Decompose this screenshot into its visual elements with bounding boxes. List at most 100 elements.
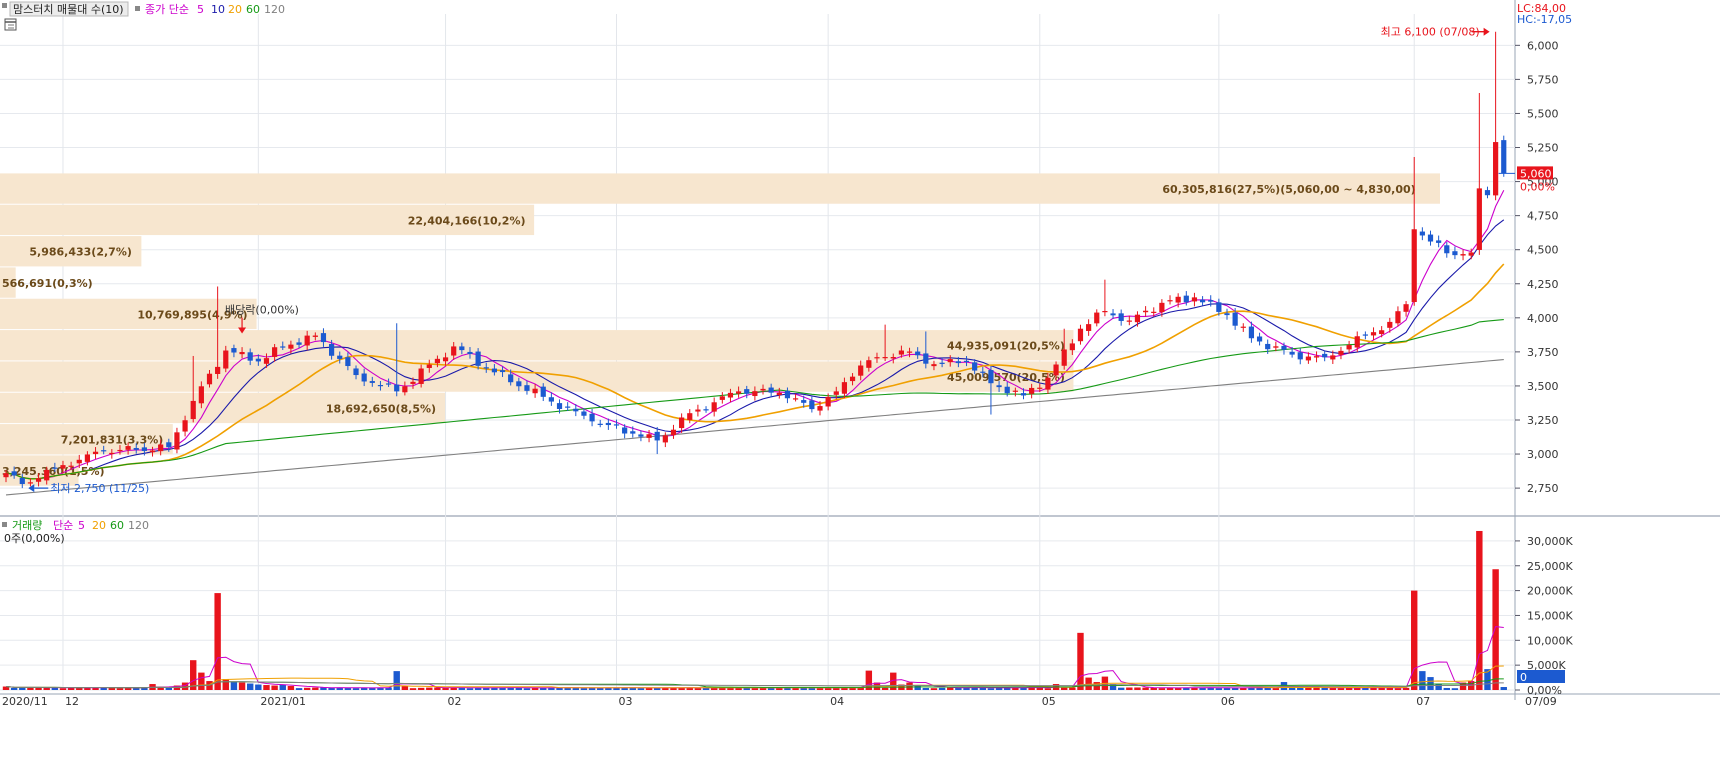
volume-bar[interactable] [808, 688, 816, 690]
volume-bar[interactable] [287, 686, 295, 690]
volume-bar[interactable] [1117, 687, 1125, 690]
volume-bar[interactable] [393, 671, 400, 690]
volume-bar[interactable] [1223, 688, 1231, 690]
volume-bar[interactable] [255, 684, 262, 690]
volume-bar[interactable] [1288, 687, 1296, 690]
candle-body [556, 403, 563, 409]
volume-bar[interactable] [515, 687, 523, 690]
volume-bar[interactable] [523, 688, 531, 690]
volume-bar[interactable] [1500, 687, 1507, 690]
volume-bar[interactable] [1451, 688, 1459, 690]
volume-bar[interactable] [1142, 687, 1149, 690]
volume-bar[interactable] [116, 688, 124, 690]
volume-bar[interactable] [1394, 688, 1402, 690]
volume-bar[interactable] [108, 687, 116, 690]
volume-bar[interactable] [230, 682, 238, 690]
volume-bar[interactable] [59, 688, 67, 690]
candle-body [858, 365, 864, 376]
volume-bar[interactable] [1329, 688, 1337, 690]
volume-bar[interactable] [1215, 688, 1223, 690]
volume-bar[interactable] [947, 687, 954, 690]
volume-bar[interactable] [344, 688, 352, 690]
volume-bar[interactable] [1061, 687, 1068, 690]
volume-bar[interactable] [906, 682, 913, 690]
volume-bar[interactable] [10, 687, 18, 690]
volume-bar[interactable] [67, 687, 75, 690]
volume-bar[interactable] [247, 683, 254, 690]
candle-body [1501, 140, 1507, 174]
price-tick-label: 6,000 [1527, 39, 1559, 52]
calendar-icon[interactable] [4, 18, 17, 31]
volume-bar[interactable] [1419, 671, 1426, 690]
volume-bar[interactable] [312, 687, 319, 690]
candle-body [141, 447, 147, 451]
volume-bar[interactable] [759, 688, 767, 690]
candle-body [76, 459, 82, 464]
volume-bar[interactable] [702, 688, 710, 690]
volume-bar[interactable] [19, 687, 26, 690]
price-tick-label: 4,250 [1527, 278, 1559, 291]
volume-bar[interactable] [409, 688, 417, 690]
volume-bar[interactable] [816, 688, 824, 690]
volume-bar[interactable] [417, 687, 425, 690]
volume-bar[interactable] [1158, 688, 1166, 690]
volume-bar[interactable] [466, 688, 474, 690]
volume-bar[interactable] [165, 687, 172, 690]
volume-bar[interactable] [198, 672, 205, 690]
candle-body [491, 368, 497, 373]
volume-bar[interactable] [922, 687, 930, 690]
volume-bar[interactable] [1207, 687, 1214, 690]
volume-bar[interactable] [214, 593, 221, 690]
volume-bar[interactable] [1036, 687, 1043, 690]
volume-bar[interactable] [1077, 632, 1084, 690]
candle-body [1248, 326, 1255, 339]
volume-bar[interactable] [426, 687, 433, 690]
volume-bar[interactable] [1492, 569, 1499, 690]
volume-bar[interactable] [271, 685, 278, 690]
candle-body [890, 357, 896, 359]
chart-canvas[interactable]: 2,750 3,000 3,250 3,500 3,750 4,000 4,250 4,500… [0, 0, 1720, 776]
candle-body [3, 473, 9, 478]
price-candle[interactable] [1501, 135, 1507, 177]
candle-body [377, 385, 384, 387]
volume-bar[interactable] [1044, 688, 1052, 690]
volume-bar[interactable] [1150, 687, 1157, 690]
price-tick-label: 4,750 [1527, 210, 1559, 223]
volume-bar[interactable] [1337, 688, 1345, 690]
price-tick-label: 4,000 [1527, 312, 1559, 325]
volume-bar[interactable] [1134, 687, 1141, 690]
candle-body [1452, 251, 1458, 256]
volume-bar[interactable] [1386, 688, 1393, 690]
candle-body [84, 454, 90, 462]
volume-bar[interactable] [1126, 687, 1133, 690]
volume-bar[interactable] [222, 679, 229, 690]
volume-bar[interactable] [987, 688, 995, 690]
volume-bar[interactable] [1476, 530, 1483, 690]
stock-chart[interactable]: 2,750 3,000 3,250 3,500 3,750 4,000 4,250 4,500… [0, 0, 1720, 776]
volume-bar[interactable] [295, 688, 303, 690]
volume-bar[interactable] [458, 687, 466, 690]
volume-bar[interactable] [157, 687, 164, 690]
volume-bar[interactable] [263, 685, 270, 690]
volume-bar[interactable] [238, 682, 246, 690]
volume-bar[interactable] [1443, 687, 1450, 690]
volume-bar[interactable] [694, 688, 702, 690]
volume-bar[interactable] [938, 687, 946, 690]
price-legend-ma-period: 10 [211, 3, 225, 16]
volume-bar[interactable] [751, 688, 759, 690]
volume-bar[interactable] [979, 687, 986, 690]
volume-bar[interactable] [1427, 677, 1434, 690]
candle-body [866, 360, 872, 368]
volume-bar[interactable] [930, 688, 938, 690]
volume-bar[interactable] [881, 687, 889, 690]
volume-bar[interactable] [303, 687, 311, 690]
volume-bar[interactable] [352, 688, 360, 690]
candle-body [1289, 351, 1295, 355]
volume-bar[interactable] [279, 684, 286, 690]
volume-bar[interactable] [1411, 590, 1418, 690]
volume-bar[interactable] [1272, 688, 1280, 690]
volume-bar[interactable] [580, 688, 588, 690]
volume-bar[interactable] [637, 688, 645, 690]
candle-body [801, 400, 807, 403]
candle-body [695, 409, 701, 412]
